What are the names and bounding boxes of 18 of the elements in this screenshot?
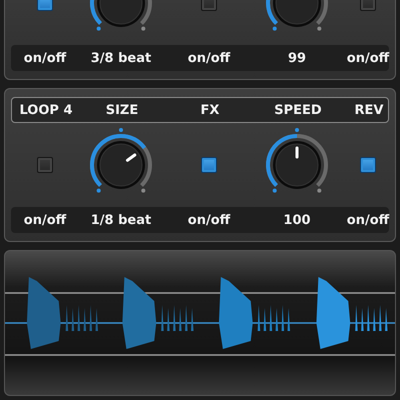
value-label: 3/8 beat [90,50,152,66]
value-label: on/off [186,50,232,66]
value-label: 99 [286,50,308,66]
value-label: 1/8 beat [90,212,152,228]
column-label: FX [200,102,220,118]
column-label: REV [354,102,384,118]
value-label: on/off [346,212,390,228]
value-label: 100 [282,212,312,228]
value-label: on/off [346,50,390,66]
value-label: on/off [22,50,68,66]
column-label: SIZE [104,102,140,118]
toggle-switch[interactable] [37,157,53,173]
value-label: on/off [186,212,232,228]
column-label: LOOP 4 [18,102,74,118]
column-label: SPEED [273,102,323,118]
value-label: on/off [22,212,68,228]
toggle-switch[interactable] [360,157,376,173]
toggle-switch[interactable] [201,157,217,173]
